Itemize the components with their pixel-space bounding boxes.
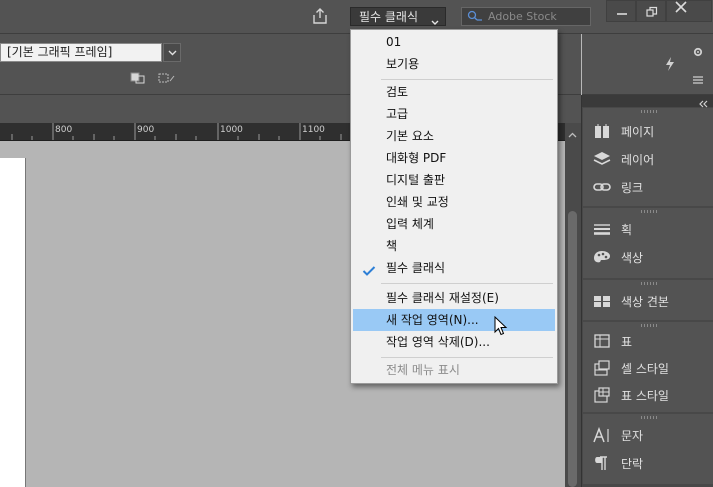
panel-label: 색상 견본 (621, 295, 669, 309)
menu-item-show-full-menus[interactable]: 전체 메뉴 표시 (353, 359, 555, 381)
menu-item-workspace-book[interactable]: 책 (353, 235, 555, 257)
close-button[interactable] (666, 0, 712, 22)
chevron-down-icon (431, 14, 439, 25)
pages-icon (593, 123, 611, 139)
panel-grip[interactable] (641, 282, 657, 285)
menu-item-label: 필수 클래식 (386, 261, 446, 275)
link-icon (593, 179, 611, 195)
color-palette-icon (593, 249, 611, 265)
scrollbar-thumb[interactable] (568, 211, 577, 487)
menu-item-workspace-review[interactable]: 검토 (353, 81, 555, 103)
paragraph-icon (593, 455, 611, 471)
cell-styles-icon (593, 360, 611, 376)
panel-dock: 페이지 레이어 링크 획 색상 색상 견본 표 셀 스타일 표 스타일 문자 단… (581, 95, 713, 487)
panel-group-swatches: 색상 견본 (583, 280, 713, 320)
menu-separator (381, 357, 553, 358)
menu-separator (381, 79, 553, 80)
object-style-value: [기본 그래픽 프레임] (7, 45, 113, 59)
panel-group-table: 표 셀 스타일 표 스타일 (583, 322, 713, 412)
menu-item-workspace-advanced[interactable]: 고급 (353, 103, 555, 125)
share-icon[interactable] (311, 7, 329, 25)
panel-item-color[interactable]: 색상 (583, 244, 713, 270)
panel-label: 표 스타일 (621, 389, 669, 403)
clear-non-style-attributes-icon[interactable] (158, 72, 176, 84)
object-style-dropdown-button[interactable] (163, 43, 181, 62)
menu-item-new-workspace[interactable]: 새 작업 영역(N)... (353, 309, 555, 331)
ruler-label: 800 (55, 125, 73, 135)
menu-item-workspace-typography[interactable]: 입력 체계 (353, 213, 555, 235)
workspace-switcher[interactable]: 필수 클래식 (350, 7, 446, 26)
menu-item-workspace-interactive-pdf[interactable]: 대화형 PDF (353, 147, 555, 169)
panel-item-pages[interactable]: 페이지 (583, 118, 713, 144)
panel-label: 단락 (621, 457, 644, 471)
adobe-stock-search-input[interactable]: Adobe Stock (461, 7, 591, 26)
panel-grip[interactable] (641, 110, 657, 113)
restore-button[interactable] (636, 0, 666, 22)
panel-group-character: 문자 단락 (583, 414, 713, 484)
panel-item-stroke[interactable]: 획 (583, 216, 713, 242)
menu-item-reset-essentials-classic[interactable]: 필수 클래식 재설정(E) (353, 287, 555, 309)
checkmark-icon (362, 262, 376, 284)
panel-label: 링크 (621, 181, 644, 195)
vertical-scrollbar[interactable] (565, 123, 581, 487)
ruler-label: 1000 (220, 125, 243, 135)
panel-group-stroke: 획 색상 (583, 208, 713, 278)
character-icon (593, 426, 611, 443)
panel-grip[interactable] (641, 416, 657, 419)
panel-label: 셀 스타일 (621, 362, 669, 376)
panel-grip[interactable] (641, 210, 657, 213)
table-icon (593, 333, 611, 349)
menu-item-workspace-digital-publishing[interactable]: 디지털 출판 (353, 169, 555, 191)
menu-item-workspace-basics[interactable]: 기본 요소 (353, 125, 555, 147)
panel-item-table-styles[interactable]: 표 스타일 (583, 382, 713, 408)
control-bar-right (582, 34, 713, 95)
layers-icon (593, 151, 611, 167)
menu-item-delete-workspace[interactable]: 작업 영역 삭제(D)... (353, 331, 555, 353)
mouse-pointer-icon (494, 315, 508, 339)
panel-label: 표 (621, 335, 633, 349)
panel-label: 획 (621, 223, 633, 237)
table-styles-icon (593, 387, 611, 403)
panel-item-layers[interactable]: 레이어 (583, 146, 713, 172)
minimize-button[interactable] (606, 0, 636, 22)
panel-grip[interactable] (641, 324, 657, 327)
menu-separator (381, 283, 553, 284)
menu-item-workspace-01[interactable]: 01 (353, 31, 555, 53)
menu-item-workspace-essentials-classic[interactable]: 필수 클래식 (353, 257, 555, 279)
panel-menu-icon[interactable] (692, 74, 704, 88)
ruler-label: 900 (137, 125, 155, 135)
clear-overrides-icon[interactable] (130, 72, 148, 84)
workspace-switcher-label: 필수 클래식 (359, 10, 419, 24)
panel-item-links[interactable]: 링크 (583, 174, 713, 200)
object-style-select[interactable]: [기본 그래픽 프레임] (0, 43, 162, 62)
ruler-label: 1100 (302, 125, 325, 135)
panel-group-pages: 페이지 레이어 링크 (583, 108, 713, 206)
search-icon (467, 10, 483, 23)
panel-item-cell-styles[interactable]: 셀 스타일 (583, 355, 713, 381)
menu-item-workspace-print-proof[interactable]: 인쇄 및 교정 (353, 191, 555, 213)
menu-item-workspace-viewing[interactable]: 보기용 (353, 53, 555, 75)
swatches-icon (593, 293, 611, 309)
panel-item-paragraph[interactable]: 단락 (583, 450, 713, 476)
adobe-stock-placeholder: Adobe Stock (488, 10, 557, 23)
workspace-menu: 01 보기용 검토 고급 기본 요소 대화형 PDF 디지털 출판 인쇄 및 교… (350, 29, 558, 384)
stroke-icon (593, 221, 611, 237)
quick-apply-icon[interactable] (664, 56, 676, 75)
panel-item-swatches[interactable]: 색상 견본 (583, 288, 713, 314)
panel-label: 레이어 (621, 153, 655, 167)
gear-icon[interactable] (692, 46, 704, 61)
panel-label: 색상 (621, 251, 644, 265)
document-page[interactable] (0, 158, 26, 487)
panel-item-character[interactable]: 문자 (583, 422, 713, 448)
panel-item-table[interactable]: 표 (583, 328, 713, 354)
dock-header (582, 95, 713, 108)
panel-label: 문자 (621, 429, 644, 443)
scroll-up-arrow-icon[interactable] (568, 127, 577, 141)
panel-label: 페이지 (621, 125, 655, 139)
